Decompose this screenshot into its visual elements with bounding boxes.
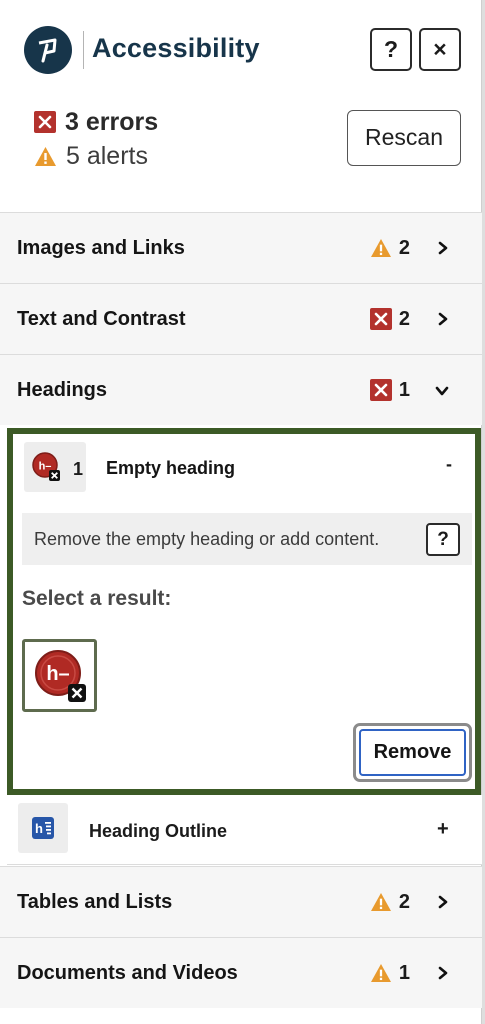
empty-heading-issue: h– 1 Empty heading - Remove the empty he… — [7, 428, 481, 795]
outline-title: Heading Outline — [89, 821, 228, 841]
category-documents-and-videos[interactable]: Documents and Videos 1 — [0, 937, 482, 1008]
category-count: 1 — [398, 378, 410, 401]
error-x-icon — [369, 308, 392, 330]
rescan-button[interactable]: Rescan — [347, 110, 461, 166]
error-x-icon — [369, 379, 392, 401]
help-button[interactable]: ? — [370, 28, 412, 71]
panel-header: Accessibility ? × 3 errors 5 alerts Resc… — [0, 0, 482, 210]
outline-expand-toggle[interactable]: + — [437, 818, 449, 841]
chevron-right-icon — [438, 241, 448, 255]
category-badge: 1 — [369, 355, 410, 425]
category-count: 2 — [398, 307, 410, 330]
heading-outline-icon: h — [32, 817, 54, 839]
issue-header-toggle[interactable]: h– 1 — [24, 442, 86, 492]
category-badge: 1 — [370, 938, 410, 1008]
category-text-and-contrast[interactable]: Text and Contrast 2 — [0, 283, 482, 354]
issue-description-bar: Remove the empty heading or add content.… — [22, 513, 472, 565]
alerts-summary: 5 alerts — [34, 142, 148, 170]
result-item[interactable]: h– — [22, 639, 97, 712]
error-x-icon — [34, 111, 56, 133]
category-badge: 2 — [370, 213, 410, 283]
alerts-count-text: 5 alerts — [66, 141, 148, 170]
empty-heading-icon: h– — [35, 650, 86, 702]
issue-title: Empty heading — [106, 458, 236, 478]
chevron-right-icon — [438, 966, 448, 980]
chevron-right-icon — [438, 895, 448, 909]
category-count: 2 — [398, 890, 410, 913]
errors-summary: 3 errors — [34, 108, 158, 136]
brand-logo-icon — [24, 26, 72, 74]
title-divider — [83, 31, 84, 69]
remove-button[interactable]: Remove — [353, 723, 472, 782]
category-count: 1 — [398, 961, 410, 984]
app-title: Accessibility — [92, 33, 260, 63]
empty-heading-icon: h– — [32, 452, 60, 481]
warning-triangle-icon — [370, 238, 391, 258]
result-icon-text: h– — [46, 663, 69, 685]
category-images-and-links[interactable]: Images and Links 2 — [0, 212, 482, 283]
errors-count-text: 3 errors — [65, 107, 159, 136]
category-label: Text and Contrast — [17, 308, 186, 330]
heading-outline-row[interactable]: h Heading Outline + — [7, 795, 482, 865]
issue-help-button[interactable]: ? — [426, 523, 460, 556]
chevron-down-icon — [435, 386, 449, 396]
remove-button-label: Remove — [359, 729, 466, 776]
issue-description: Remove the empty heading or add content. — [34, 529, 380, 549]
warning-triangle-icon — [370, 963, 391, 983]
outline-icon-container: h — [18, 803, 68, 853]
warning-triangle-icon — [370, 892, 391, 912]
chevron-right-icon — [438, 312, 448, 326]
accessibility-panel: Accessibility ? × 3 errors 5 alerts Resc… — [0, 0, 482, 1024]
category-label: Images and Links — [17, 237, 185, 259]
issue-count: 1 — [73, 459, 84, 479]
close-button[interactable]: × — [419, 28, 461, 71]
category-count: 2 — [398, 236, 410, 259]
category-label: Headings — [17, 379, 108, 401]
warning-triangle-icon — [35, 146, 56, 166]
category-label: Tables and Lists — [17, 891, 173, 913]
category-headings[interactable]: Headings 1 — [0, 354, 482, 425]
select-result-label: Select a result: — [22, 587, 172, 610]
category-tables-and-lists[interactable]: Tables and Lists 2 — [0, 866, 482, 937]
issue-collapse-toggle[interactable]: - — [446, 454, 452, 475]
svg-text:h: h — [35, 821, 43, 836]
category-badge: 2 — [369, 284, 410, 354]
category-label: Documents and Videos — [17, 962, 238, 984]
category-badge: 2 — [370, 867, 410, 937]
